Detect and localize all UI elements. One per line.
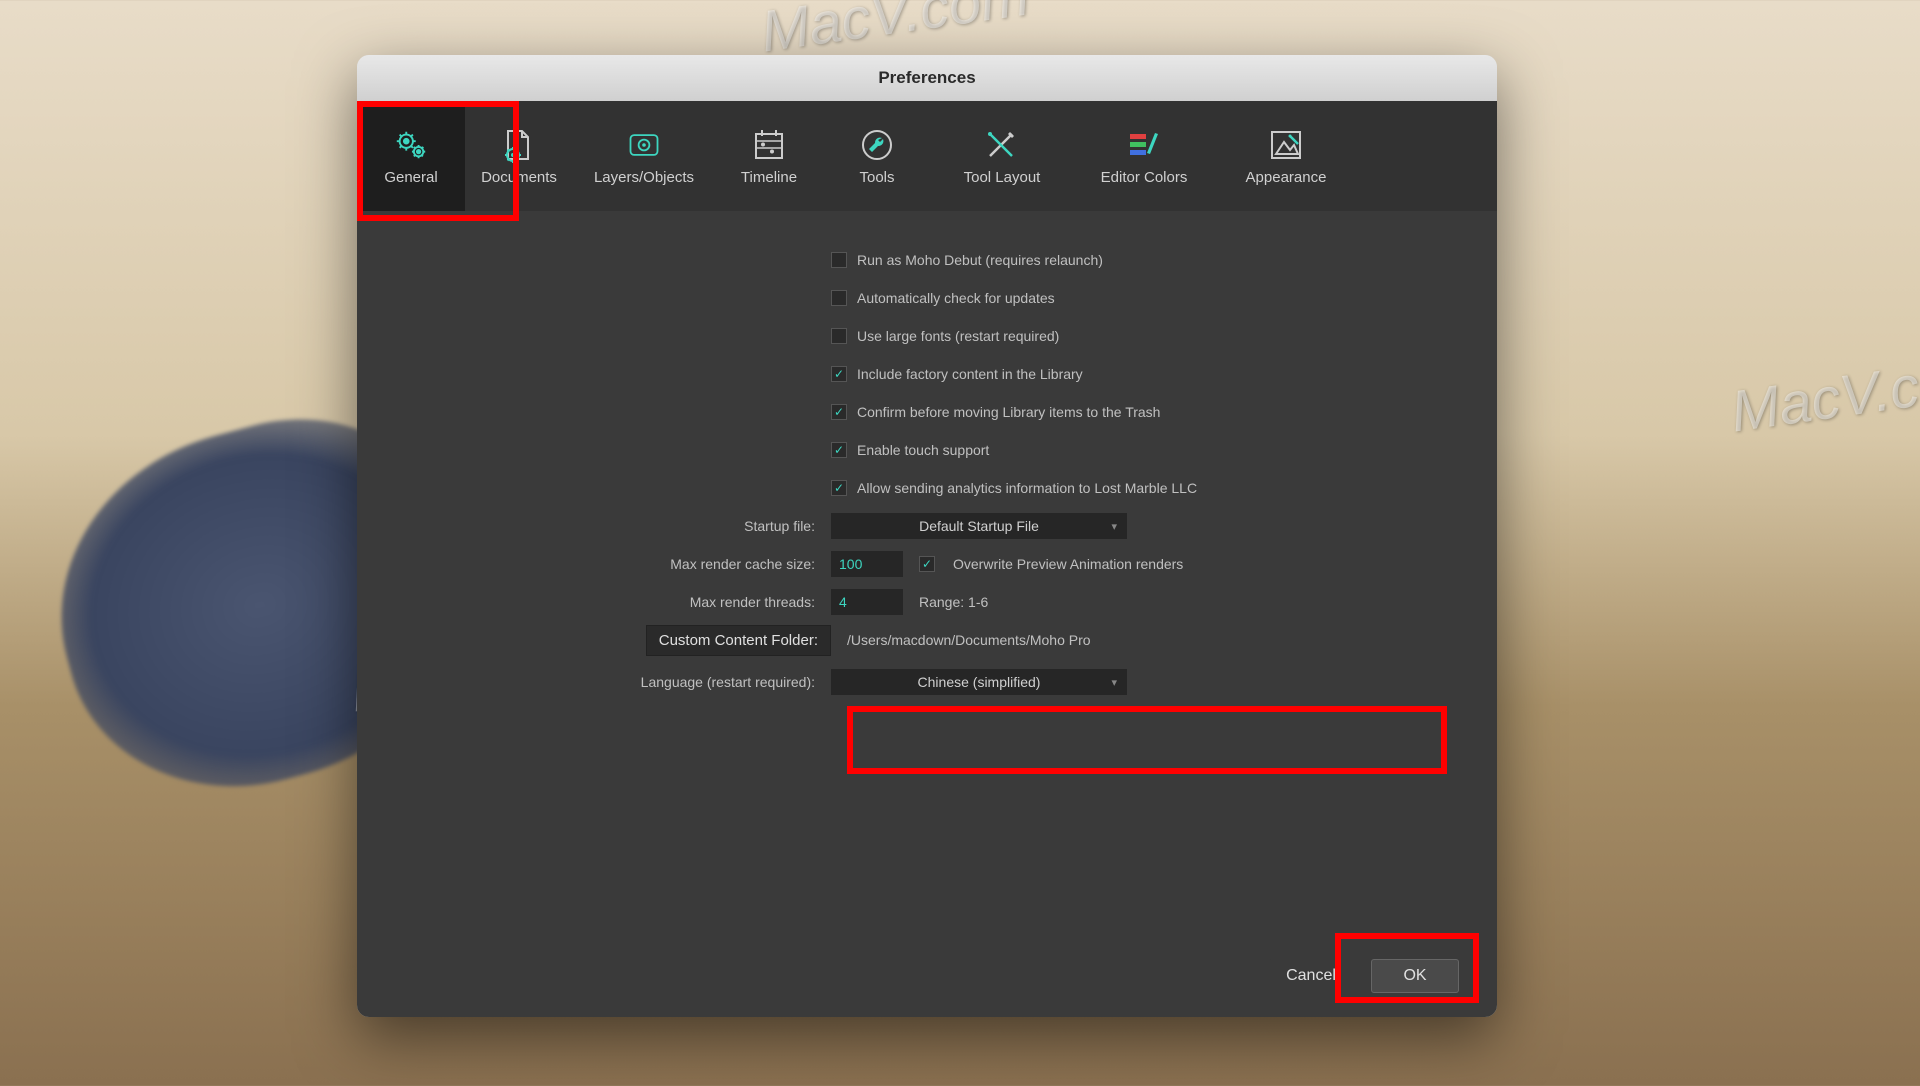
tab-documents[interactable]: Documents bbox=[465, 101, 573, 211]
checkbox-label: Enable touch support bbox=[857, 442, 989, 458]
tab-label: Editor Colors bbox=[1101, 169, 1188, 186]
tab-label: Tools bbox=[859, 169, 894, 186]
cancel-button[interactable]: Cancel bbox=[1269, 959, 1353, 993]
tool-layout-icon bbox=[984, 127, 1020, 163]
checkbox-label: Automatically check for updates bbox=[857, 290, 1055, 306]
tab-label: Timeline bbox=[741, 169, 797, 186]
ccf-path: /Users/macdown/Documents/Moho Pro bbox=[847, 632, 1091, 648]
checkbox-large-fonts[interactable] bbox=[831, 328, 847, 344]
checkbox-analytics[interactable] bbox=[831, 480, 847, 496]
label-language: Language (restart required): bbox=[397, 674, 831, 690]
tab-label: General bbox=[384, 169, 437, 186]
tab-general[interactable]: General bbox=[357, 101, 465, 211]
dropdown-value: Default Startup File bbox=[919, 518, 1039, 534]
label-max-cache: Max render cache size: bbox=[397, 556, 831, 572]
checkbox-label: Overwrite Preview Animation renders bbox=[953, 556, 1183, 572]
checkbox-label: Run as Moho Debut (requires relaunch) bbox=[857, 252, 1103, 268]
checkbox-label: Include factory content in the Library bbox=[857, 366, 1083, 382]
dropdown-value: Chinese (simplified) bbox=[918, 674, 1041, 690]
tab-timeline[interactable]: Timeline bbox=[715, 101, 823, 211]
appearance-icon bbox=[1268, 127, 1304, 163]
dropdown-startup-file[interactable]: Default Startup File bbox=[831, 513, 1127, 539]
tab-appearance[interactable]: Appearance bbox=[1215, 101, 1357, 211]
button-custom-content-folder[interactable]: Custom Content Folder: bbox=[646, 625, 831, 656]
label-startup-file: Startup file: bbox=[397, 518, 831, 534]
ok-button[interactable]: OK bbox=[1371, 959, 1459, 993]
general-pane: Run as Moho Debut (requires relaunch) Au… bbox=[357, 211, 1497, 721]
input-max-cache[interactable] bbox=[831, 551, 903, 577]
tab-tool-layout[interactable]: Tool Layout bbox=[931, 101, 1073, 211]
wrench-icon bbox=[859, 127, 895, 163]
label-threads-range: Range: 1-6 bbox=[919, 594, 988, 610]
checkbox-run-debut[interactable] bbox=[831, 252, 847, 268]
titlebar: Preferences bbox=[357, 55, 1497, 101]
input-max-threads[interactable] bbox=[831, 589, 903, 615]
tab-label: Documents bbox=[481, 169, 557, 186]
tab-label: Tool Layout bbox=[964, 169, 1041, 186]
tab-editor-colors[interactable]: Editor Colors bbox=[1073, 101, 1215, 211]
colors-icon bbox=[1126, 127, 1162, 163]
checkbox-auto-update[interactable] bbox=[831, 290, 847, 306]
checkbox-label: Use large fonts (restart required) bbox=[857, 328, 1059, 344]
gear-icon bbox=[393, 127, 429, 163]
dialog-footer: Cancel OK bbox=[1269, 959, 1459, 993]
tab-label: Layers/Objects bbox=[594, 169, 694, 186]
document-icon bbox=[501, 127, 537, 163]
watermark: MacV.com bbox=[1727, 342, 1920, 446]
timeline-icon bbox=[751, 127, 787, 163]
layers-icon bbox=[626, 127, 662, 163]
checkbox-label: Confirm before moving Library items to t… bbox=[857, 404, 1160, 420]
window-title: Preferences bbox=[878, 68, 975, 88]
checkbox-factory-content[interactable] bbox=[831, 366, 847, 382]
checkbox-label: Allow sending analytics information to L… bbox=[857, 480, 1197, 496]
preferences-window: Preferences General Documents Layers/O bbox=[357, 55, 1497, 1017]
dropdown-language[interactable]: Chinese (simplified) bbox=[831, 669, 1127, 695]
label-max-threads: Max render threads: bbox=[397, 594, 831, 610]
checkbox-overwrite-preview[interactable] bbox=[919, 556, 935, 572]
tab-label: Appearance bbox=[1246, 169, 1327, 186]
window-body: General Documents Layers/Objects Timelin… bbox=[357, 101, 1497, 1017]
tab-layers-objects[interactable]: Layers/Objects bbox=[573, 101, 715, 211]
checkbox-touch[interactable] bbox=[831, 442, 847, 458]
tab-tools[interactable]: Tools bbox=[823, 101, 931, 211]
tab-bar: General Documents Layers/Objects Timelin… bbox=[357, 101, 1497, 211]
checkbox-confirm-trash[interactable] bbox=[831, 404, 847, 420]
